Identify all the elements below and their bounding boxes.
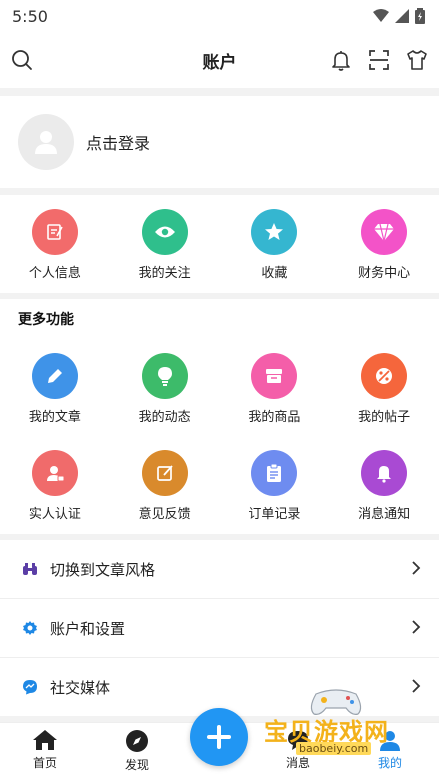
id-card-icon: [46, 466, 65, 482]
quick-item-favorites[interactable]: 收藏: [220, 195, 330, 293]
feedback-icon: [156, 465, 173, 481]
plus-icon: [207, 725, 231, 749]
finance-icon-circle: [361, 209, 408, 255]
bell-icon: [377, 466, 392, 483]
quick-item-label: 收藏: [261, 266, 288, 281]
menu-item-label: 社交媒体: [50, 678, 111, 697]
profile-icon-circle: [31, 209, 78, 255]
scan-icon: [369, 50, 389, 70]
search-button[interactable]: [10, 48, 34, 72]
function-label: 我的商品: [248, 410, 301, 425]
function-grid-row: 我的文章 我的动态 我的商品 我的帖子: [0, 353, 439, 425]
binoculars-icon: [23, 563, 37, 575]
menu-item-label: 切换到文章风格: [50, 560, 156, 579]
orders-icon-circle: [251, 450, 298, 496]
function-my-articles[interactable]: 我的文章: [0, 353, 110, 425]
theme-button[interactable]: [405, 48, 429, 72]
store-icon: [266, 369, 283, 383]
quick-item-label: 财务中心: [358, 266, 411, 281]
tab-label: 发现: [124, 758, 149, 772]
user-icon: [35, 131, 57, 154]
tab-discover[interactable]: 发现: [107, 729, 167, 773]
avatar[interactable]: [18, 114, 74, 170]
page-title: 账户: [202, 52, 237, 73]
login-label[interactable]: 点击登录: [86, 130, 150, 154]
function-my-products[interactable]: 我的商品: [220, 353, 330, 425]
following-icon-circle: [141, 209, 188, 255]
wifi-icon: [373, 9, 389, 22]
status-bar: 5:50: [0, 0, 439, 32]
home-icon: [33, 730, 57, 750]
function-orders[interactable]: 订单记录: [220, 450, 330, 522]
quick-item-profile[interactable]: 个人信息: [0, 195, 110, 293]
watermark-url: baobeiy.com: [296, 742, 372, 755]
function-notifications[interactable]: 消息通知: [329, 450, 439, 522]
tab-home[interactable]: 首页: [15, 729, 75, 771]
chevron-right-icon: [412, 679, 421, 693]
function-verification[interactable]: 实人认证: [0, 450, 110, 522]
app-header: 账户: [0, 32, 439, 88]
post-icon: [376, 368, 393, 384]
feedback-icon-circle: [141, 450, 188, 496]
edit-note-icon: [47, 224, 63, 240]
status-time: 5:50: [12, 6, 48, 26]
compass-icon: [126, 730, 148, 752]
quick-item-label: 我的关注: [138, 266, 191, 281]
function-my-posts[interactable]: 我的帖子: [329, 353, 439, 425]
function-label: 我的文章: [28, 410, 81, 425]
quick-item-finance[interactable]: 财务中心: [329, 195, 439, 293]
add-button[interactable]: [190, 708, 248, 766]
verification-icon-circle: [31, 450, 78, 496]
gear-icon: [23, 621, 37, 635]
bell-icon: [332, 51, 350, 71]
more-functions-section: 更多功能 我的文章 我的动态 我的商品 我的帖子 实人认证 意见反馈 订单记录 …: [0, 299, 439, 534]
chevron-right-icon: [412, 561, 421, 575]
feed-icon-circle: [141, 353, 188, 399]
quick-item-following[interactable]: 我的关注: [110, 195, 220, 293]
menu-item-switch-style[interactable]: 切换到文章风格: [0, 540, 439, 599]
clipboard-icon: [267, 463, 282, 482]
function-label: 意见反馈: [138, 507, 191, 522]
eye-icon: [154, 226, 175, 238]
function-feedback[interactable]: 意见反馈: [110, 450, 220, 522]
notification-button[interactable]: [329, 48, 353, 72]
chevron-right-icon: [412, 620, 421, 634]
function-label: 消息通知: [358, 507, 411, 522]
section-title: 更多功能: [18, 312, 74, 328]
tshirt-icon: [407, 50, 427, 70]
favorites-icon-circle: [251, 209, 298, 255]
watermark: 宝贝游戏网 baobeiy.com: [262, 684, 412, 764]
signal-icon: [395, 9, 409, 23]
posts-icon-circle: [361, 353, 408, 399]
messenger-icon: [23, 680, 37, 695]
bulb-icon: [157, 367, 172, 386]
pencil-icon: [47, 369, 62, 383]
menu-item-label: 账户和设置: [50, 619, 126, 638]
products-icon-circle: [251, 353, 298, 399]
search-icon: [12, 50, 32, 70]
function-my-feed[interactable]: 我的动态: [110, 353, 220, 425]
diamond-icon: [374, 223, 395, 242]
system-icons: [373, 8, 425, 24]
function-label: 我的动态: [138, 410, 191, 425]
scan-button[interactable]: [367, 48, 391, 72]
quick-item-label: 个人信息: [28, 266, 81, 281]
function-label: 实人认证: [28, 507, 81, 522]
function-grid-row: 实人认证 意见反馈 订单记录 消息通知: [0, 450, 439, 522]
quick-actions: 个人信息 我的关注 收藏 财务中心: [0, 195, 439, 293]
battery-icon: [415, 8, 425, 24]
menu-item-account-settings[interactable]: 账户和设置: [0, 599, 439, 658]
articles-icon-circle: [31, 353, 78, 399]
function-label: 订单记录: [248, 507, 301, 522]
function-label: 我的帖子: [358, 410, 411, 425]
login-card[interactable]: 点击登录: [0, 96, 439, 188]
notifications-icon-circle: [361, 450, 408, 496]
star-icon: [265, 223, 284, 240]
tab-label: 首页: [32, 756, 57, 770]
